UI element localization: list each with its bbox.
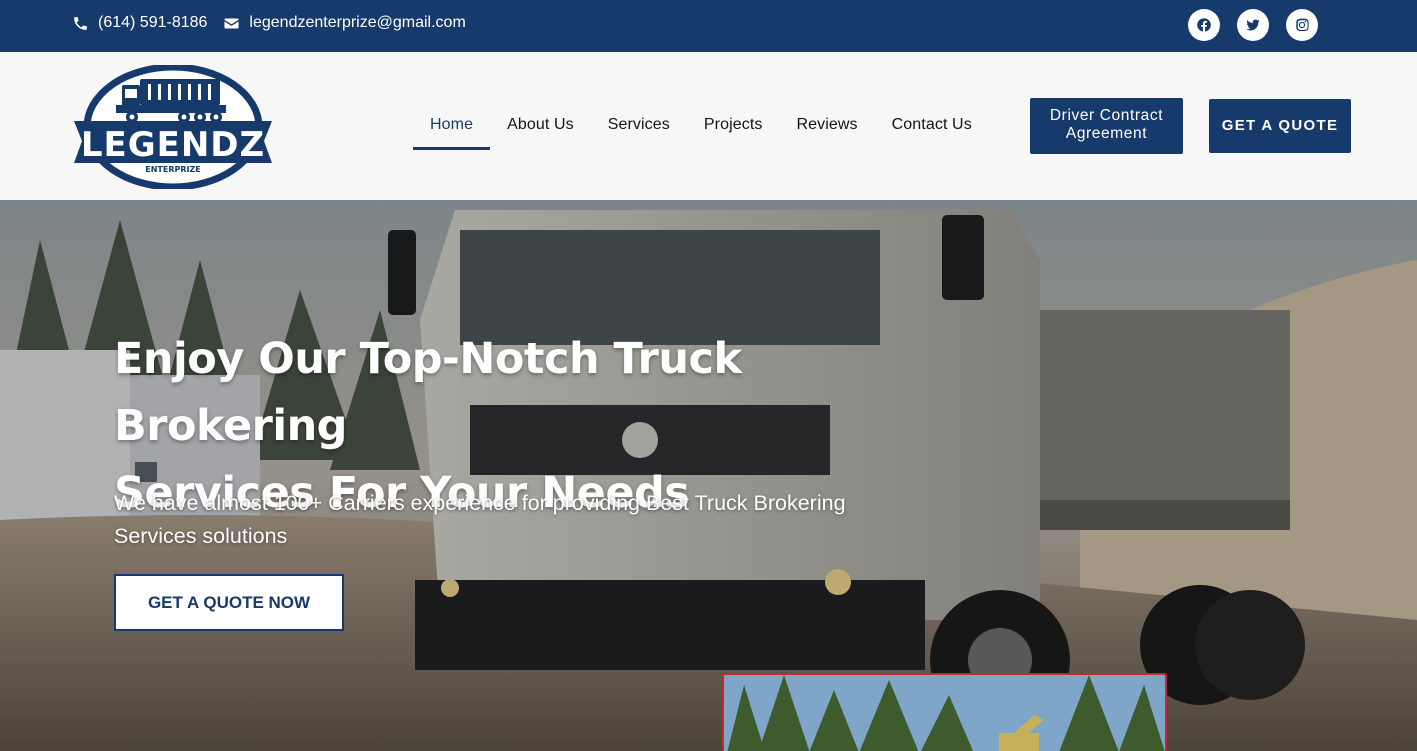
social-links bbox=[1188, 9, 1318, 41]
twitter-icon[interactable] bbox=[1237, 9, 1269, 41]
hero-subtitle: We have almost 100+ Carriers experience … bbox=[114, 487, 934, 553]
facebook-icon[interactable] bbox=[1188, 9, 1220, 41]
hero-subtitle-line-2: Services solutions bbox=[114, 524, 288, 548]
logo-wordmark: LEGENDZ bbox=[81, 125, 265, 165]
email-address: legendzenterprize@gmail.com bbox=[249, 14, 466, 31]
envelope-icon bbox=[223, 15, 240, 32]
email-link[interactable]: legendzenterprize@gmail.com bbox=[223, 14, 466, 32]
site-header: LEGENDZ ENTERPRIZE Home About Us Service… bbox=[0, 52, 1417, 200]
contact-info: (614) 591-8186 legendzenterprize@gmail.c… bbox=[72, 0, 466, 46]
nav-home[interactable]: Home bbox=[413, 106, 491, 150]
hero-title-line-1: Enjoy Our Top-Notch Truck Brokering bbox=[114, 334, 742, 451]
get-quote-button[interactable]: GET A QUOTE bbox=[1209, 99, 1351, 153]
hero-subtitle-line-1: We have almost 100+ Carriers experience … bbox=[114, 491, 846, 515]
company-logo[interactable]: LEGENDZ ENTERPRIZE bbox=[72, 65, 274, 189]
logo-tagline: ENTERPRIZE bbox=[145, 165, 201, 174]
instagram-icon[interactable] bbox=[1286, 9, 1318, 41]
get-quote-now-button[interactable]: GET A QUOTE NOW bbox=[114, 574, 344, 631]
project-thumbnail[interactable] bbox=[722, 673, 1167, 751]
nav-reviews[interactable]: Reviews bbox=[779, 106, 874, 146]
phone-number: (614) 591-8186 bbox=[98, 14, 208, 31]
nav-about-us[interactable]: About Us bbox=[490, 106, 591, 146]
nav-contact-us[interactable]: Contact Us bbox=[875, 106, 989, 146]
nav-services[interactable]: Services bbox=[591, 106, 687, 146]
nav-projects[interactable]: Projects bbox=[687, 106, 780, 146]
phone-link[interactable]: (614) 591-8186 bbox=[72, 14, 207, 32]
phone-icon bbox=[72, 15, 89, 32]
top-bar: (614) 591-8186 legendzenterprize@gmail.c… bbox=[0, 0, 1417, 52]
main-nav: Home About Us Services Projects Reviews … bbox=[413, 106, 989, 150]
hero-section: Enjoy Our Top-Notch Truck Brokering Serv… bbox=[0, 200, 1417, 751]
driver-contract-button[interactable]: Driver Contract Agreement bbox=[1030, 98, 1183, 154]
